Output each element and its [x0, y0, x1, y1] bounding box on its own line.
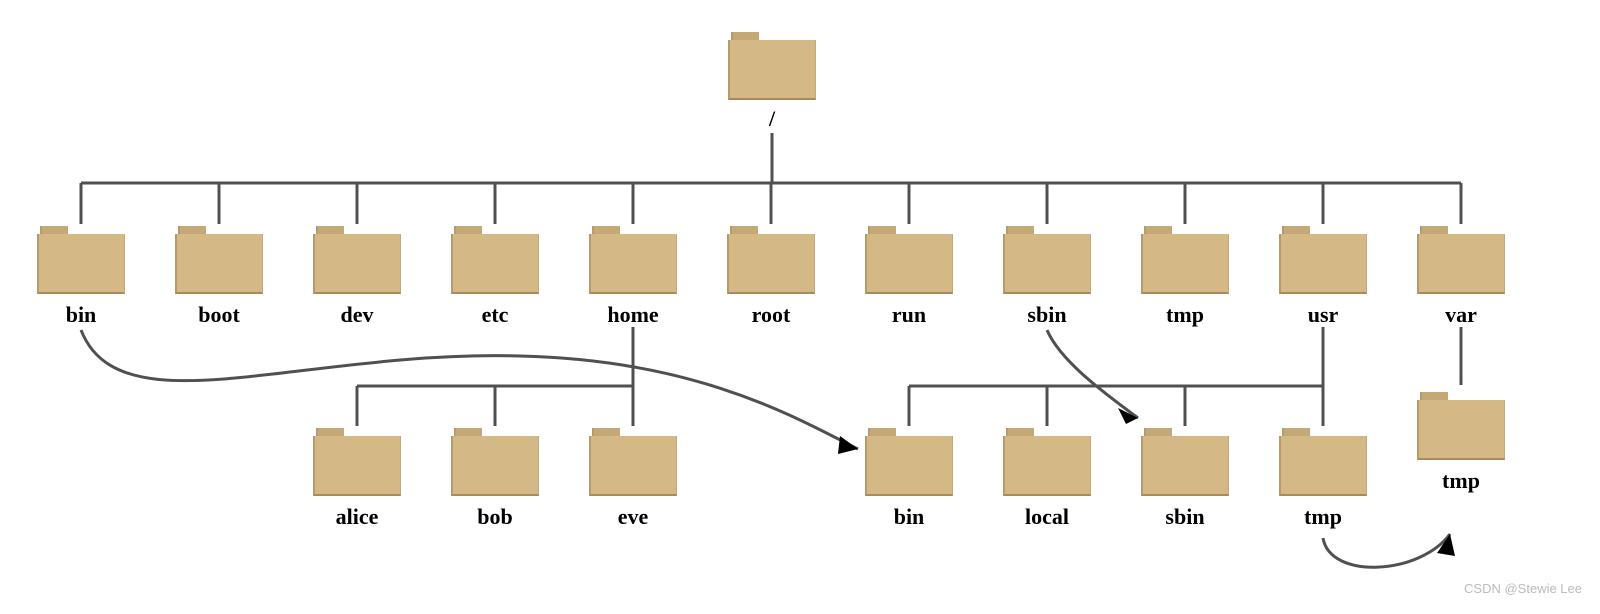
watermark: CSDN @Stewie Lee: [1464, 581, 1582, 596]
folder-icon: [313, 224, 401, 294]
folder-l1-boot: [175, 224, 263, 294]
folder-usr-tmp: [1279, 426, 1367, 496]
folder-icon: [865, 224, 953, 294]
folder-label-var-tmp: tmp: [1417, 468, 1505, 494]
folder-label-l1-boot: boot: [175, 302, 263, 328]
folder-icon: [1141, 224, 1229, 294]
folder-l1-etc: [451, 224, 539, 294]
folder-label-l1-tmp: tmp: [1141, 302, 1229, 328]
folder-l1-sbin: [1003, 224, 1091, 294]
folder-icon: [728, 30, 816, 100]
folder-icon: [1003, 426, 1091, 496]
folder-l1-var: [1417, 224, 1505, 294]
folder-label-usr-sbin: sbin: [1141, 504, 1229, 530]
folder-usr-bin: [865, 426, 953, 496]
folder-icon: [313, 426, 401, 496]
folder-label-l1-sbin: sbin: [1003, 302, 1091, 328]
folder-icon: [1141, 426, 1229, 496]
folder-icon: [1417, 224, 1505, 294]
folder-home-eve: [589, 426, 677, 496]
folder-home-bob: [451, 426, 539, 496]
folder-icon: [1279, 426, 1367, 496]
folder-label-l1-run: run: [865, 302, 953, 328]
folder-icon: [1003, 224, 1091, 294]
folder-label-home-bob: bob: [451, 504, 539, 530]
folder-l1-home: [589, 224, 677, 294]
folder-label-usr-tmp: tmp: [1279, 504, 1367, 530]
folder-label-home-eve: eve: [589, 504, 677, 530]
folder-icon: [451, 224, 539, 294]
folder-label-l1-etc: etc: [451, 302, 539, 328]
folder-icon: [589, 426, 677, 496]
folder-l1-root: [727, 224, 815, 294]
folder-icon: [1279, 224, 1367, 294]
folder-icon: [865, 426, 953, 496]
folder-label-usr-local: local: [1003, 504, 1091, 530]
folder-l1-tmp: [1141, 224, 1229, 294]
folder-var-tmp: [1417, 390, 1505, 460]
folder-label-usr-bin: bin: [865, 504, 953, 530]
folder-icon: [589, 224, 677, 294]
folder-usr-local: [1003, 426, 1091, 496]
folder-icon: [37, 224, 125, 294]
folder-icon: [175, 224, 263, 294]
folder-label-l1-bin: bin: [37, 302, 125, 328]
folder-root: [728, 30, 816, 100]
folder-l1-dev: [313, 224, 401, 294]
folder-l1-run: [865, 224, 953, 294]
folder-label-l1-var: var: [1417, 302, 1505, 328]
folder-home-alice: [313, 426, 401, 496]
folder-label-home-alice: alice: [313, 504, 401, 530]
folder-label-l1-home: home: [589, 302, 677, 328]
folder-l1-usr: [1279, 224, 1367, 294]
folder-label-root: /: [728, 106, 816, 132]
folder-label-l1-root: root: [727, 302, 815, 328]
folder-usr-sbin: [1141, 426, 1229, 496]
folder-icon: [1417, 390, 1505, 460]
folder-l1-bin: [37, 224, 125, 294]
folder-label-l1-dev: dev: [313, 302, 401, 328]
folder-icon: [451, 426, 539, 496]
folder-icon: [727, 224, 815, 294]
folder-label-l1-usr: usr: [1279, 302, 1367, 328]
